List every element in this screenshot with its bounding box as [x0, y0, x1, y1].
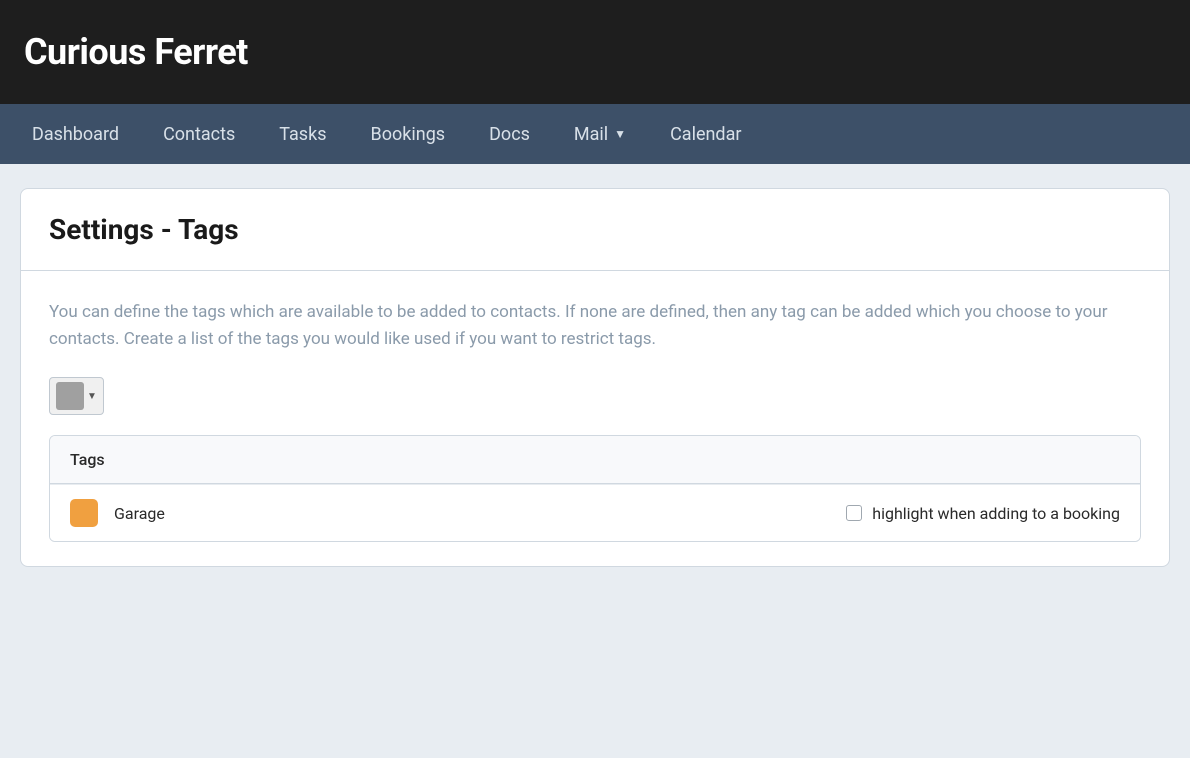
tag-highlight-area: highlight when adding to a booking [846, 504, 1120, 523]
settings-body: You can define the tags which are availa… [21, 271, 1169, 566]
nav-item-calendar[interactable]: Calendar [648, 116, 763, 153]
tag-highlight-label: highlight when adding to a booking [872, 504, 1120, 523]
settings-card: Settings - Tags You can define the tags … [20, 188, 1170, 567]
settings-header: Settings - Tags [21, 189, 1169, 271]
nav-bar: Dashboard Contacts Tasks Bookings Docs M… [0, 104, 1190, 164]
mail-dropdown-arrow: ▼ [614, 127, 626, 141]
tag-color-indicator [70, 499, 98, 527]
nav-item-contacts[interactable]: Contacts [141, 116, 257, 153]
nav-item-bookings[interactable]: Bookings [349, 116, 468, 153]
app-header: Curious Ferret [0, 0, 1190, 104]
color-swatch [56, 382, 84, 410]
nav-item-tasks[interactable]: Tasks [257, 116, 348, 153]
tag-highlight-checkbox[interactable] [846, 505, 862, 521]
tag-name: Garage [114, 504, 830, 523]
settings-title: Settings - Tags [49, 213, 1141, 246]
nav-item-docs[interactable]: Docs [467, 116, 552, 153]
settings-description: You can define the tags which are availa… [49, 299, 1141, 353]
table-row: Garage highlight when adding to a bookin… [50, 484, 1140, 541]
nav-item-mail[interactable]: Mail ▼ [552, 116, 648, 153]
tags-table-header: Tags [50, 436, 1140, 484]
app-title: Curious Ferret [24, 31, 248, 73]
color-picker-button[interactable]: ▼ [49, 377, 104, 415]
nav-item-dashboard[interactable]: Dashboard [10, 116, 141, 153]
main-content: Settings - Tags You can define the tags … [0, 164, 1190, 591]
chevron-down-icon: ▼ [87, 391, 97, 402]
tags-table: Tags Garage highlight when adding to a b… [49, 435, 1141, 542]
